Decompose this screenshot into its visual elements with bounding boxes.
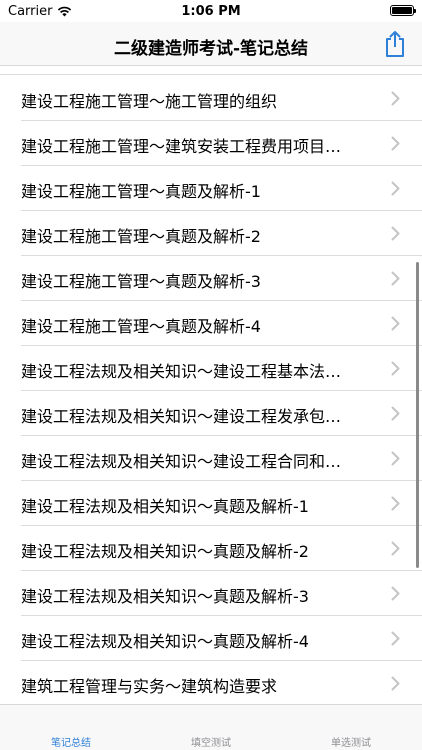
- list-item-label: 建设工程法规及相关知识～建设工程发承包…: [21, 407, 342, 426]
- chevron-right-icon: [391, 91, 400, 106]
- chevron-right-icon: [391, 586, 400, 601]
- list-item[interactable]: 建设工程法规及相关知识～建设工程基本法…: [0, 346, 422, 391]
- list-item-label: 建设工程施工管理～施工管理的组织: [21, 92, 278, 111]
- chevron-right-icon: [391, 271, 400, 286]
- chevron-right-icon: [391, 316, 400, 331]
- chevron-right-icon: [391, 406, 400, 421]
- list-item-label: 建设工程法规及相关知识～建设工程合同和…: [21, 452, 342, 471]
- notes-list: 建设工程施工管理～施工管理的组织 建设工程施工管理～建筑安装工程费用项目… 建设…: [0, 66, 422, 704]
- list-item[interactable]: 建设工程施工管理～真题及解析-4: [0, 301, 422, 346]
- list-item-label: 建设工程施工管理～真题及解析-2: [21, 227, 261, 246]
- list-item[interactable]: 建设工程法规及相关知识～建设工程发承包…: [0, 391, 422, 436]
- list-item-label: 建设工程法规及相关知识～建设工程基本法…: [21, 362, 342, 381]
- list-item[interactable]: 建设工程施工管理～真题及解析-1: [0, 166, 422, 211]
- chevron-right-icon: [391, 631, 400, 646]
- list-item[interactable]: 建设工程法规及相关知识～真题及解析-4: [0, 616, 422, 661]
- list-item[interactable]: 建设工程施工管理～施工管理的组织: [0, 76, 422, 121]
- list-item-label: 建设工程施工管理～真题及解析-1: [21, 182, 261, 201]
- navigation-bar: 二级建造师考试-笔记总结: [0, 22, 422, 66]
- list-item[interactable]: 建设工程施工管理～真题及解析-3: [0, 256, 422, 301]
- status-time: 1:06 PM: [181, 4, 241, 19]
- chevron-right-icon: [391, 676, 400, 691]
- chevron-right-icon: [391, 496, 400, 511]
- chevron-right-icon: [391, 226, 400, 241]
- status-bar: Carrier 1:06 PM: [0, 0, 422, 22]
- list-item-label: 建设工程法规及相关知识～真题及解析-3: [21, 587, 309, 606]
- chevron-right-icon: [391, 136, 400, 151]
- page-title: 二级建造师考试-笔记总结: [113, 39, 309, 59]
- list-item[interactable]: 建设工程施工管理～真题及解析-2: [0, 211, 422, 256]
- tab-single-choice-test[interactable]: 单选测试: [291, 734, 411, 749]
- tab-fill-in-test[interactable]: 填空测试: [151, 734, 271, 749]
- list-item-partial[interactable]: [0, 66, 422, 75]
- list-item[interactable]: 建设工程施工管理～建筑安装工程费用项目…: [0, 121, 422, 166]
- list-item[interactable]: 建设工程法规及相关知识～真题及解析-1: [0, 481, 422, 526]
- tab-label: 笔记总结: [51, 738, 91, 749]
- list-item[interactable]: 建设工程法规及相关知识～真题及解析-2: [0, 526, 422, 571]
- chevron-right-icon: [391, 181, 400, 196]
- list-item-label: 建设工程施工管理～真题及解析-4: [21, 317, 261, 336]
- list-item-label: 建设工程法规及相关知识～真题及解析-2: [21, 542, 309, 561]
- list-item-label: 建筑工程管理与实务～建筑构造要求: [21, 677, 278, 696]
- list-item-label: 建设工程施工管理～真题及解析-3: [21, 272, 261, 291]
- scrollbar[interactable]: [416, 262, 419, 568]
- list-item[interactable]: 建设工程法规及相关知识～建设工程合同和…: [0, 436, 422, 481]
- tab-notes-summary[interactable]: 笔记总结: [11, 734, 131, 749]
- list-item-label: 建设工程法规及相关知识～真题及解析-4: [21, 632, 309, 651]
- chevron-right-icon: [391, 451, 400, 466]
- list-item[interactable]: 建设工程法规及相关知识～真题及解析-3: [0, 571, 422, 616]
- list-item-label: 建设工程施工管理～建筑安装工程费用项目…: [21, 137, 342, 156]
- tab-label: 填空测试: [191, 738, 231, 749]
- chevron-right-icon: [391, 541, 400, 556]
- share-icon[interactable]: [382, 30, 408, 58]
- tab-label: 单选测试: [331, 738, 371, 749]
- list-item-label: 建设工程法规及相关知识～真题及解析-1: [21, 497, 309, 516]
- chevron-right-icon: [391, 361, 400, 376]
- battery-icon: [390, 5, 416, 16]
- list-item[interactable]: 建筑工程管理与实务～建筑构造要求: [0, 661, 422, 704]
- tab-bar: 笔记总结 填空测试 单选测试: [0, 704, 422, 750]
